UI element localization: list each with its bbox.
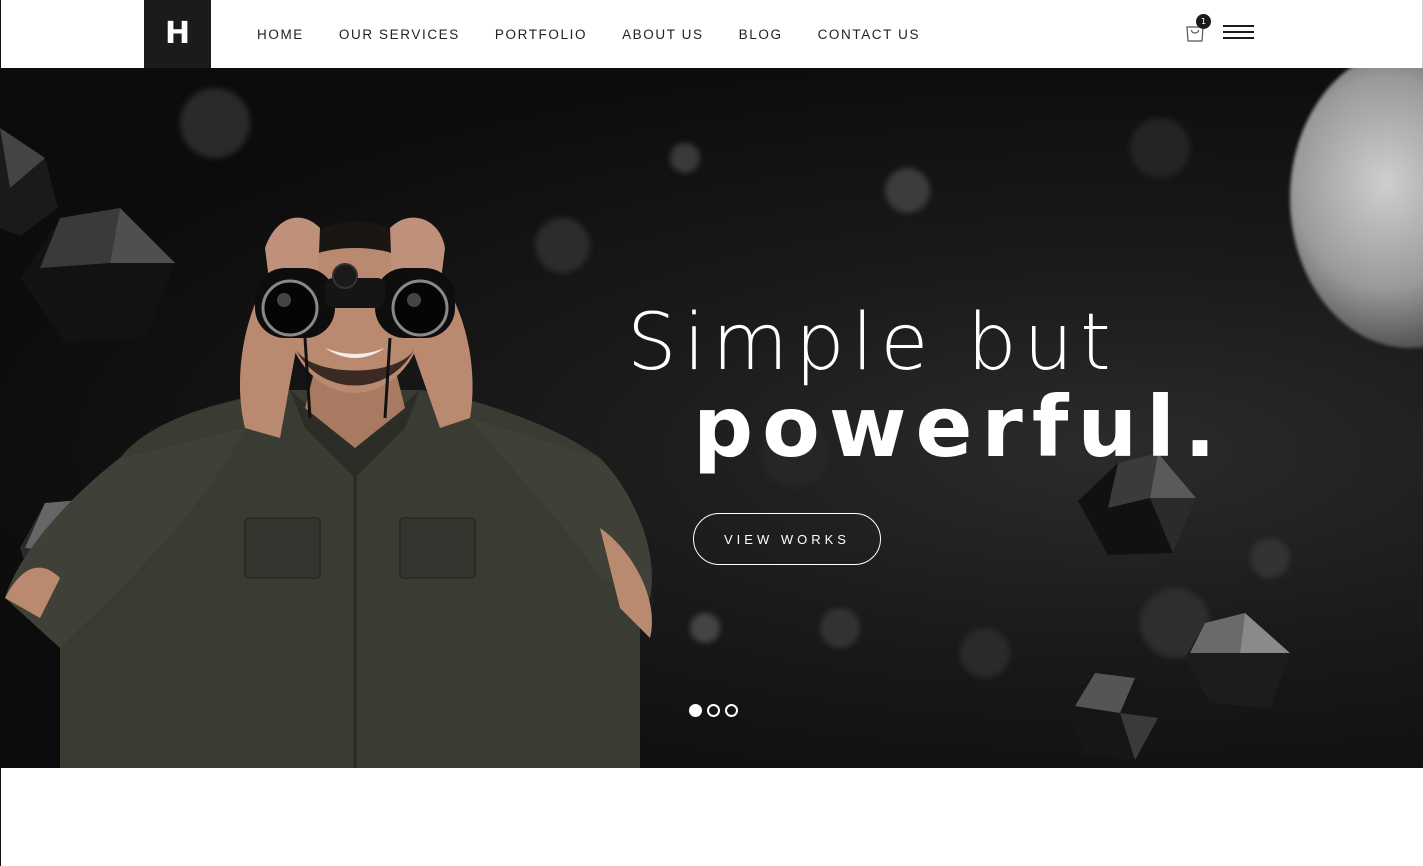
hero-person-image — [5, 217, 652, 768]
nav-portfolio[interactable]: PORTFOLIO — [495, 27, 587, 42]
site-header: H HOME OUR SERVICES PORTFOLIO ABOUT US B… — [0, 0, 1423, 68]
content-section — [0, 768, 1423, 866]
bokeh-decoration — [820, 608, 860, 648]
nav-about-us[interactable]: ABOUT US — [622, 27, 704, 42]
bokeh-decoration — [885, 168, 930, 213]
nav-contact-us[interactable]: CONTACT US — [818, 27, 921, 42]
hero-title: Simple but powerful. — [627, 298, 1225, 472]
hamburger-menu-icon[interactable] — [1223, 24, 1255, 40]
main-nav: HOME OUR SERVICES PORTFOLIO ABOUT US BLO… — [257, 0, 955, 68]
nav-home[interactable]: HOME — [257, 27, 304, 42]
cart-count-badge: 1 — [1196, 14, 1211, 29]
bokeh-decoration — [1130, 118, 1190, 178]
view-works-button[interactable]: VIEW WORKS — [693, 513, 881, 565]
polyhedron-decoration — [1185, 613, 1290, 708]
hero-title-light: Simple but — [627, 298, 1118, 388]
hero-slider: Simple but powerful. VIEW WORKS — [0, 68, 1423, 768]
slider-dot-2[interactable] — [707, 704, 720, 717]
bokeh-decoration — [1250, 538, 1290, 578]
polyhedron-decoration — [1065, 673, 1158, 760]
slider-dot-3[interactable] — [725, 704, 738, 717]
nav-blog[interactable]: BLOG — [739, 27, 783, 42]
nav-our-services[interactable]: OUR SERVICES — [339, 27, 460, 42]
slider-dot-1[interactable] — [689, 704, 702, 717]
clock-decoration — [1290, 68, 1423, 348]
hero-title-bold: powerful. — [693, 378, 1225, 476]
logo-letter: H — [164, 16, 191, 51]
slider-pagination — [689, 704, 743, 717]
logo[interactable]: H — [144, 0, 211, 68]
bokeh-decoration — [960, 628, 1010, 678]
cart-button[interactable]: 1 — [1185, 14, 1211, 44]
